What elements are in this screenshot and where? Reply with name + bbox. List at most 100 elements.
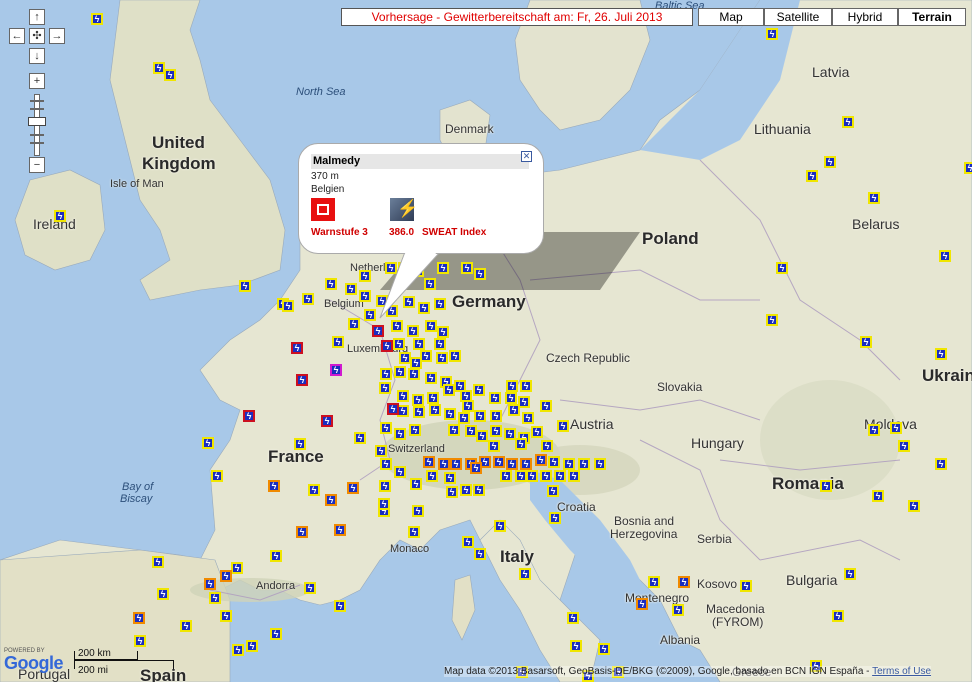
lightning-icon[interactable]: ϟ — [554, 470, 566, 482]
lightning-icon[interactable]: ϟ — [412, 394, 424, 406]
lightning-icon[interactable]: ϟ — [354, 432, 366, 444]
lightning-icon[interactable]: ϟ — [246, 640, 258, 652]
lightning-icon[interactable]: ϟ — [231, 562, 243, 574]
lightning-icon[interactable]: ϟ — [334, 524, 346, 536]
lightning-icon[interactable]: ϟ — [270, 628, 282, 640]
lightning-icon[interactable]: ϟ — [868, 192, 880, 204]
lightning-icon[interactable]: ϟ — [408, 368, 420, 380]
lightning-icon[interactable]: ϟ — [211, 470, 223, 482]
lightning-icon[interactable]: ϟ — [594, 458, 606, 470]
lightning-icon[interactable]: ϟ — [493, 456, 505, 468]
lightning-icon[interactable]: ϟ — [506, 458, 518, 470]
lightning-icon[interactable]: ϟ — [547, 485, 559, 497]
lightning-icon[interactable]: ϟ — [489, 392, 501, 404]
lightning-icon[interactable]: ϟ — [381, 340, 393, 352]
lightning-icon[interactable]: ϟ — [134, 635, 146, 647]
lightning-icon[interactable]: ϟ — [282, 300, 294, 312]
lightning-icon[interactable]: ϟ — [898, 440, 910, 452]
lightning-icon[interactable]: ϟ — [296, 526, 308, 538]
lightning-icon[interactable]: ϟ — [476, 430, 488, 442]
lightning-icon[interactable]: ϟ — [473, 384, 485, 396]
lightning-icon[interactable]: ϟ — [520, 458, 532, 470]
lightning-icon[interactable]: ϟ — [488, 440, 500, 452]
lightning-icon[interactable]: ϟ — [535, 454, 547, 466]
lightning-icon[interactable]: ϟ — [202, 437, 214, 449]
lightning-icon[interactable]: ϟ — [325, 278, 337, 290]
lightning-icon[interactable]: ϟ — [393, 338, 405, 350]
lightning-icon[interactable]: ϟ — [426, 470, 438, 482]
lightning-icon[interactable]: ϟ — [330, 364, 342, 376]
lightning-icon[interactable]: ϟ — [820, 480, 832, 492]
lightning-icon[interactable]: ϟ — [868, 424, 880, 436]
lightning-icon[interactable]: ϟ — [506, 380, 518, 392]
lightning-icon[interactable]: ϟ — [474, 548, 486, 560]
lightning-icon[interactable]: ϟ — [291, 342, 303, 354]
lightning-icon[interactable]: ϟ — [438, 458, 450, 470]
lightning-icon[interactable]: ϟ — [332, 336, 344, 348]
lightning-icon[interactable]: ϟ — [526, 470, 538, 482]
pan-right-button[interactable]: → — [49, 28, 65, 44]
lightning-icon[interactable]: ϟ — [462, 400, 474, 412]
lightning-icon[interactable]: ϟ — [540, 400, 552, 412]
lightning-icon[interactable]: ϟ — [444, 472, 456, 484]
lightning-icon[interactable]: ϟ — [766, 28, 778, 40]
lightning-icon[interactable]: ϟ — [872, 490, 884, 502]
lightning-icon[interactable]: ϟ — [220, 570, 232, 582]
lightning-icon[interactable]: ϟ — [458, 412, 470, 424]
lightning-icon[interactable]: ϟ — [474, 410, 486, 422]
lightning-icon[interactable]: ϟ — [54, 210, 66, 222]
lightning-icon[interactable]: ϟ — [494, 520, 506, 532]
lightning-icon[interactable]: ϟ — [394, 428, 406, 440]
lightning-icon[interactable]: ϟ — [394, 366, 406, 378]
lightning-icon[interactable]: ϟ — [444, 408, 456, 420]
lightning-icon[interactable]: ϟ — [380, 458, 392, 470]
lightning-icon[interactable]: ϟ — [448, 424, 460, 436]
pan-left-button[interactable]: ← — [9, 28, 25, 44]
lightning-icon[interactable]: ϟ — [380, 368, 392, 380]
lightning-icon[interactable]: ϟ — [557, 420, 569, 432]
lightning-icon[interactable]: ϟ — [359, 270, 371, 282]
lightning-icon[interactable]: ϟ — [505, 392, 517, 404]
lightning-icon[interactable]: ϟ — [437, 262, 449, 274]
lightning-icon[interactable]: ϟ — [567, 612, 579, 624]
lightning-icon[interactable]: ϟ — [379, 382, 391, 394]
lightning-icon[interactable]: ϟ — [413, 406, 425, 418]
lightning-icon[interactable]: ϟ — [209, 592, 221, 604]
lightning-icon[interactable]: ϟ — [436, 352, 448, 364]
lightning-icon[interactable]: ϟ — [152, 556, 164, 568]
lightning-icon[interactable]: ϟ — [908, 500, 920, 512]
lightning-icon[interactable]: ϟ — [570, 640, 582, 652]
zoom-in-button[interactable]: + — [29, 73, 45, 89]
lightning-icon[interactable]: ϟ — [394, 466, 406, 478]
lightning-icon[interactable]: ϟ — [890, 422, 902, 434]
lightning-icon[interactable]: ϟ — [380, 422, 392, 434]
lightning-icon[interactable]: ϟ — [386, 305, 398, 317]
lightning-icon[interactable]: ϟ — [302, 293, 314, 305]
lightning-icon[interactable]: ϟ — [548, 456, 560, 468]
lightning-icon[interactable]: ϟ — [443, 384, 455, 396]
lightning-icon[interactable]: ϟ — [935, 348, 947, 360]
lightning-icon[interactable]: ϟ — [321, 415, 333, 427]
lightning-icon[interactable]: ϟ — [636, 598, 648, 610]
lightning-icon[interactable]: ϟ — [334, 600, 346, 612]
lightning-icon[interactable]: ϟ — [423, 456, 435, 468]
pan-down-button[interactable]: ↓ — [29, 48, 45, 64]
lightning-icon[interactable]: ϟ — [180, 620, 192, 632]
zoom-out-button[interactable]: − — [29, 157, 45, 173]
map-type-terrain-button[interactable]: Terrain — [898, 8, 966, 26]
lightning-icon[interactable]: ϟ — [434, 298, 446, 310]
close-icon[interactable]: ✕ — [521, 151, 532, 162]
lightning-icon[interactable]: ϟ — [345, 283, 357, 295]
lightning-icon[interactable]: ϟ — [678, 576, 690, 588]
lightning-icon[interactable]: ϟ — [522, 412, 534, 424]
lightning-icon[interactable]: ϟ — [164, 69, 176, 81]
lightning-icon[interactable]: ϟ — [449, 350, 461, 362]
lightning-icon[interactable]: ϟ — [410, 478, 422, 490]
map-type-satellite-button[interactable]: Satellite — [764, 8, 832, 26]
lightning-icon[interactable]: ϟ — [424, 278, 436, 290]
lightning-icon[interactable]: ϟ — [348, 318, 360, 330]
lightning-icon[interactable]: ϟ — [473, 484, 485, 496]
lightning-icon[interactable]: ϟ — [490, 410, 502, 422]
lightning-icon[interactable]: ϟ — [420, 350, 432, 362]
pan-up-button[interactable]: ↑ — [29, 9, 45, 25]
